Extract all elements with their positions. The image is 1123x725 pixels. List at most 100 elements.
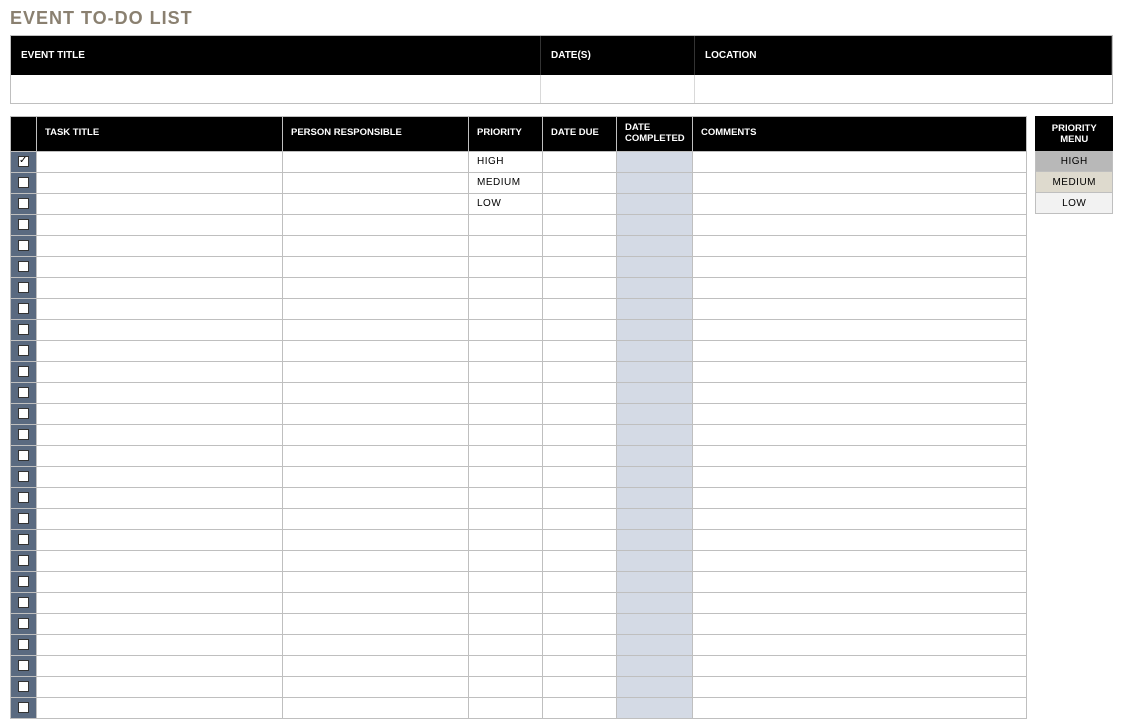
priority-cell[interactable]: HIGH [469, 151, 543, 172]
task-title-cell[interactable] [37, 424, 283, 445]
comments-cell[interactable] [693, 634, 1027, 655]
comments-cell[interactable] [693, 277, 1027, 298]
priority-cell[interactable]: LOW [469, 193, 543, 214]
task-checkbox-cell[interactable] [11, 445, 37, 466]
task-checkbox-cell[interactable] [11, 634, 37, 655]
priority-cell[interactable] [469, 424, 543, 445]
date-completed-cell[interactable] [617, 319, 693, 340]
comments-cell[interactable] [693, 214, 1027, 235]
date-due-cell[interactable] [543, 676, 617, 697]
person-responsible-cell[interactable] [283, 634, 469, 655]
priority-cell[interactable] [469, 613, 543, 634]
task-title-cell[interactable] [37, 508, 283, 529]
date-completed-cell[interactable] [617, 424, 693, 445]
task-checkbox-cell[interactable] [11, 487, 37, 508]
priority-cell[interactable] [469, 487, 543, 508]
person-responsible-cell[interactable] [283, 613, 469, 634]
priority-cell[interactable] [469, 655, 543, 676]
task-title-cell[interactable] [37, 214, 283, 235]
checkbox-icon[interactable] [18, 282, 29, 293]
person-responsible-cell[interactable] [283, 340, 469, 361]
priority-cell[interactable] [469, 571, 543, 592]
comments-cell[interactable] [693, 466, 1027, 487]
priority-cell[interactable] [469, 382, 543, 403]
comments-cell[interactable] [693, 235, 1027, 256]
date-completed-cell[interactable] [617, 151, 693, 172]
date-completed-cell[interactable] [617, 403, 693, 424]
checkbox-icon[interactable] [18, 366, 29, 377]
task-checkbox-cell[interactable] [11, 403, 37, 424]
person-responsible-cell[interactable] [283, 466, 469, 487]
task-title-cell[interactable] [37, 382, 283, 403]
date-completed-cell[interactable] [617, 361, 693, 382]
task-checkbox-cell[interactable] [11, 193, 37, 214]
task-checkbox-cell[interactable] [11, 214, 37, 235]
checkbox-icon[interactable] [18, 429, 29, 440]
date-completed-cell[interactable] [617, 256, 693, 277]
priority-cell[interactable] [469, 634, 543, 655]
checkbox-icon[interactable] [18, 198, 29, 209]
person-responsible-cell[interactable] [283, 676, 469, 697]
task-checkbox-cell[interactable] [11, 172, 37, 193]
date-due-cell[interactable] [543, 424, 617, 445]
person-responsible-cell[interactable] [283, 697, 469, 718]
date-due-cell[interactable] [543, 403, 617, 424]
date-due-cell[interactable] [543, 382, 617, 403]
event-dates-input[interactable] [541, 75, 695, 103]
person-responsible-cell[interactable] [283, 151, 469, 172]
checkbox-icon[interactable] [18, 177, 29, 188]
date-completed-cell[interactable] [617, 634, 693, 655]
comments-cell[interactable] [693, 529, 1027, 550]
priority-cell[interactable] [469, 235, 543, 256]
task-title-cell[interactable] [37, 676, 283, 697]
comments-cell[interactable] [693, 256, 1027, 277]
comments-cell[interactable] [693, 151, 1027, 172]
task-title-cell[interactable] [37, 319, 283, 340]
priority-cell[interactable] [469, 529, 543, 550]
date-completed-cell[interactable] [617, 298, 693, 319]
task-checkbox-cell[interactable] [11, 382, 37, 403]
task-checkbox-cell[interactable] [11, 592, 37, 613]
checkbox-icon[interactable] [18, 387, 29, 398]
priority-menu-item[interactable]: LOW [1036, 193, 1113, 214]
date-due-cell[interactable] [543, 529, 617, 550]
task-checkbox-cell[interactable] [11, 550, 37, 571]
date-completed-cell[interactable] [617, 193, 693, 214]
checkbox-icon[interactable] [18, 408, 29, 419]
person-responsible-cell[interactable] [283, 361, 469, 382]
person-responsible-cell[interactable] [283, 508, 469, 529]
date-completed-cell[interactable] [617, 340, 693, 361]
date-due-cell[interactable] [543, 298, 617, 319]
task-checkbox-cell[interactable] [11, 424, 37, 445]
date-due-cell[interactable] [543, 445, 617, 466]
comments-cell[interactable] [693, 550, 1027, 571]
date-completed-cell[interactable] [617, 235, 693, 256]
comments-cell[interactable] [693, 571, 1027, 592]
task-checkbox-cell[interactable] [11, 508, 37, 529]
date-due-cell[interactable] [543, 193, 617, 214]
checkbox-icon[interactable] [18, 660, 29, 671]
priority-cell[interactable] [469, 214, 543, 235]
person-responsible-cell[interactable] [283, 445, 469, 466]
comments-cell[interactable] [693, 319, 1027, 340]
person-responsible-cell[interactable] [283, 172, 469, 193]
task-checkbox-cell[interactable] [11, 235, 37, 256]
comments-cell[interactable] [693, 487, 1027, 508]
checkbox-icon[interactable] [18, 576, 29, 587]
checkbox-icon[interactable] [18, 618, 29, 629]
date-due-cell[interactable] [543, 592, 617, 613]
priority-cell[interactable] [469, 319, 543, 340]
comments-cell[interactable] [693, 445, 1027, 466]
date-completed-cell[interactable] [617, 445, 693, 466]
task-title-cell[interactable] [37, 298, 283, 319]
task-title-cell[interactable] [37, 445, 283, 466]
priority-cell[interactable] [469, 550, 543, 571]
date-due-cell[interactable] [543, 571, 617, 592]
checkbox-icon[interactable] [18, 534, 29, 545]
task-checkbox-cell[interactable] [11, 571, 37, 592]
checkbox-icon[interactable] [18, 471, 29, 482]
checkbox-icon[interactable] [18, 681, 29, 692]
comments-cell[interactable] [693, 697, 1027, 718]
priority-cell[interactable] [469, 403, 543, 424]
task-title-cell[interactable] [37, 403, 283, 424]
